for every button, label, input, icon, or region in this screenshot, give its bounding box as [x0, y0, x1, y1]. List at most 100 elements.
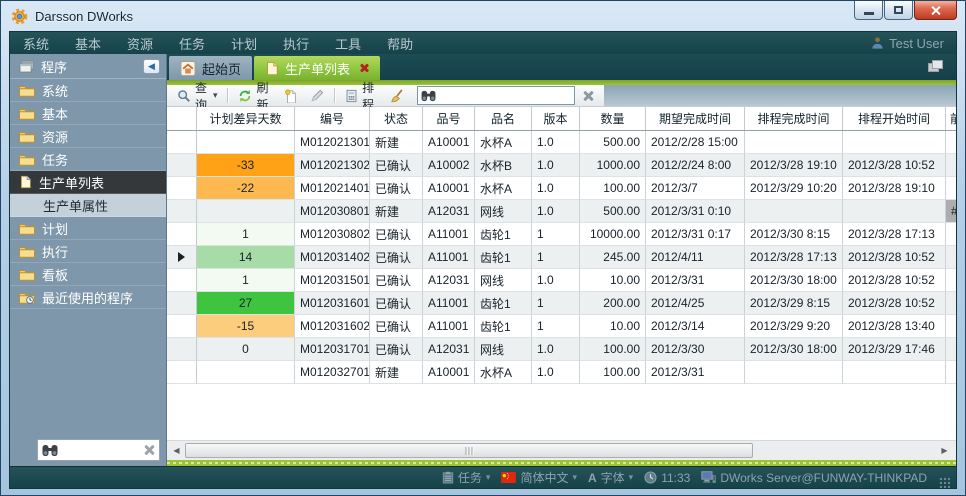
clean-button[interactable] [385, 88, 410, 104]
column-header-item_name[interactable]: 品名 [475, 107, 532, 130]
new-button[interactable] [279, 88, 303, 104]
cell-sched_end: 2012/3/30 18:00 [745, 269, 843, 292]
cell-version: 1 [532, 246, 580, 269]
sidebar-item-8[interactable]: 看板 [10, 263, 166, 286]
table-row[interactable]: -22M012021401已确认A10001水杯A1.0100.002012/3… [167, 177, 956, 200]
binoculars-icon [42, 444, 58, 457]
column-header-qty[interactable]: 数量 [580, 107, 646, 130]
statusbar-font[interactable]: A 字体 ▾ [588, 469, 633, 486]
language-dropdown-icon[interactable]: ▾ [572, 472, 577, 483]
cell-sched_end: 2012/3/29 9:20 [745, 315, 843, 338]
menu-item-0[interactable]: 系统 [10, 34, 62, 53]
cell-diff: 1 [197, 223, 295, 246]
pencil-icon [310, 89, 324, 103]
cell-expect: 2012/3/31 [646, 269, 745, 292]
cell-item_name: 水杯A [475, 177, 532, 200]
cell-extra [946, 223, 956, 246]
cell-expect: 2012/2/28 15:00 [646, 131, 745, 154]
window-title: Darsson DWorks [35, 9, 133, 24]
menu-item-6[interactable]: 工具 [322, 34, 374, 53]
statusbar-server: DWorks Server@FUNWAY-THINKPAD [701, 471, 927, 485]
menu-item-4[interactable]: 计划 [218, 34, 270, 53]
statusbar-language[interactable]: 简体中文 ▾ [501, 469, 577, 486]
sidebar-item-6[interactable]: 计划 [10, 217, 166, 240]
title-bar[interactable]: Darsson DWorks [1, 1, 965, 31]
query-dropdown-icon[interactable]: ▾ [213, 90, 218, 101]
sidebar-search-input[interactable] [62, 443, 139, 457]
scrollbar-thumb[interactable] [185, 443, 753, 458]
cell-item_no: A11001 [423, 292, 475, 315]
scroll-right-icon[interactable]: ▶ [937, 443, 952, 458]
sidebar-item-2[interactable]: 资源 [10, 125, 166, 148]
sidebar-item-3[interactable]: 任务 [10, 148, 166, 171]
tasks-dropdown-icon[interactable]: ▾ [486, 472, 491, 483]
sidebar-item-1[interactable]: 基本 [10, 102, 166, 125]
menu-bar: 系统基本资源任务计划执行工具帮助 Test User [10, 32, 956, 54]
restore-button[interactable] [884, 1, 913, 20]
current-user[interactable]: Test User [871, 36, 956, 51]
tab-list-icon[interactable] [928, 60, 944, 73]
table-row[interactable]: 1M012031501已确认A12031网线1.010.002012/3/312… [167, 269, 956, 292]
folder-icon [19, 107, 35, 120]
sidebar-search-clear-icon[interactable] [143, 444, 155, 456]
column-header-sched_end[interactable]: 排程完成时间 [745, 107, 843, 130]
cell-item_no: A10001 [423, 361, 475, 384]
sidebar-item-label: 最近使用的程序 [42, 288, 133, 307]
sidebar-item-7[interactable]: 执行 [10, 240, 166, 263]
table-row[interactable]: M012032701新建A10001水杯A1.0100.002012/3/31 [167, 361, 956, 384]
cell-sched_start [843, 200, 946, 223]
font-dropdown-icon[interactable]: ▾ [629, 472, 634, 483]
sidebar-item-9[interactable]: 最近使用的程序 [10, 286, 166, 309]
column-header-status[interactable]: 状态 [370, 107, 423, 130]
table-row[interactable]: 1M012030802已确认A11001齿轮1110000.002012/3/3… [167, 223, 956, 246]
column-header-no[interactable]: 编号 [295, 107, 370, 130]
sidebar-collapse-button[interactable]: ◀ [143, 59, 160, 74]
menu-item-2[interactable]: 资源 [114, 34, 166, 53]
column-header-sched_start[interactable]: 排程开始时间 [843, 107, 946, 130]
table-row[interactable]: M012030801新建A12031网线1.0500.002012/3/31 0… [167, 200, 956, 223]
sidebar-item-5[interactable]: 生产单属性 [10, 194, 166, 217]
menu-item-3[interactable]: 任务 [166, 34, 218, 53]
column-header-extra[interactable]: 前 [946, 107, 956, 130]
table-row[interactable]: -15M012031602已确认A11001齿轮1110.002012/3/14… [167, 315, 956, 338]
menu-item-7[interactable]: 帮助 [374, 34, 426, 53]
cell-item_no: A10001 [423, 131, 475, 154]
folder-icon [19, 153, 35, 166]
table-row[interactable]: -33M012021302已确认A10002水杯B1.01000.002012/… [167, 154, 956, 177]
cell-diff: -15 [197, 315, 295, 338]
column-header-diff[interactable]: 计划差异天数 [197, 107, 295, 130]
edit-button[interactable] [305, 88, 329, 104]
close-button[interactable] [914, 1, 957, 20]
statusbar-tasks[interactable]: 任务 ▾ [442, 469, 491, 486]
sidebar-item-label: 执行 [42, 242, 68, 261]
app-frame: 系统基本资源任务计划执行工具帮助 Test User 程序 ◀ 系统基本资源任务… [9, 31, 957, 489]
cell-version: 1.0 [532, 200, 580, 223]
column-header-item_no[interactable]: 品号 [423, 107, 475, 130]
sidebar-item-4[interactable]: 生产单列表 [10, 171, 166, 194]
scroll-left-icon[interactable]: ◀ [169, 443, 184, 458]
toolbar-search-input[interactable] [439, 89, 571, 103]
column-header-expect[interactable]: 期望完成时间 [646, 107, 745, 130]
cell-expect: 2012/3/31 0:10 [646, 200, 745, 223]
tab-close-icon[interactable] [359, 63, 369, 73]
cell-version: 1 [532, 315, 580, 338]
tab-production-list[interactable]: 生产单列表 [254, 56, 380, 80]
cell-qty: 100.00 [580, 338, 646, 361]
menu-item-5[interactable]: 执行 [270, 34, 322, 53]
column-header-version[interactable]: 版本 [532, 107, 580, 130]
sidebar-item-0[interactable]: 系统 [10, 79, 166, 102]
table-row[interactable]: M012021301新建A10001水杯A1.0500.002012/2/28 … [167, 131, 956, 154]
minimize-button[interactable] [854, 1, 883, 20]
resize-grip[interactable] [938, 476, 950, 488]
menu-item-1[interactable]: 基本 [62, 34, 114, 53]
sidebar-item-label: 任务 [42, 150, 68, 169]
table-row[interactable]: 14M012031402已确认A11001齿轮11245.002012/4/11… [167, 246, 956, 269]
statusbar-clock: 11:33 [644, 471, 690, 485]
tab-home[interactable]: 起始页 [169, 56, 252, 80]
table-row[interactable]: 0M012031701已确认A12031网线1.0100.002012/3/30… [167, 338, 956, 361]
toolbar-search-clear-button[interactable] [577, 89, 599, 103]
table-row[interactable]: 27M012031601已确认A11001齿轮11200.002012/4/25… [167, 292, 956, 315]
sidebar-item-label: 资源 [42, 127, 68, 146]
horizontal-scrollbar[interactable]: ◀ ▶ [167, 440, 956, 460]
production-order-table: 计划差异天数编号状态品号品名版本数量期望完成时间排程完成时间排程开始时间前 M0… [167, 107, 956, 460]
